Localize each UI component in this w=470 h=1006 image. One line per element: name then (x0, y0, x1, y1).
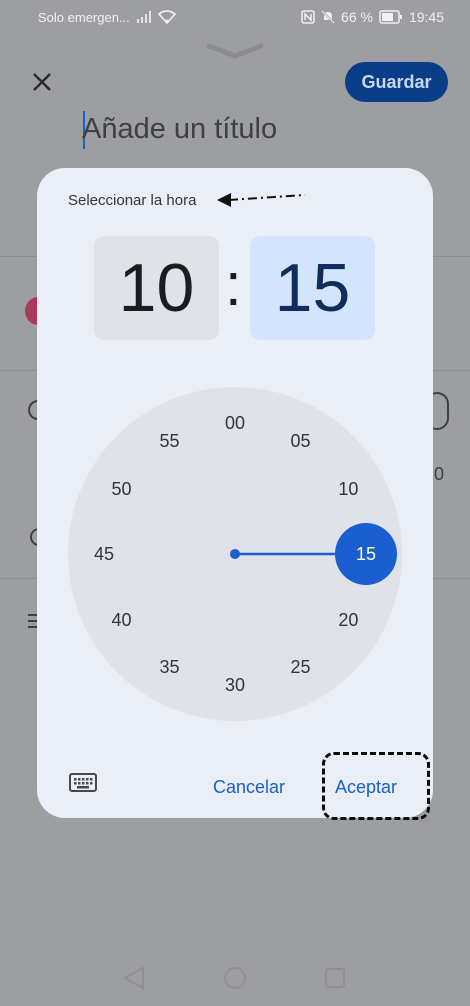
battery-percent: 66 % (341, 9, 373, 25)
recents-icon (325, 968, 345, 988)
clock-time: 19:45 (408, 9, 444, 25)
mute-icon (321, 10, 335, 24)
navigation-bar (0, 950, 470, 1006)
signal-icon (136, 10, 152, 24)
clock-number[interactable]: 10 (328, 477, 368, 501)
clock-number[interactable]: 55 (150, 429, 190, 453)
clock-number[interactable]: 40 (102, 608, 142, 632)
cancel-button[interactable]: Cancelar (213, 772, 285, 802)
sheet-handle[interactable] (205, 42, 265, 65)
highlight-annotation (322, 752, 430, 820)
time-picker-dialog: Seleccionar la hora 10 : 15 00 05 10 20 25 30… (37, 168, 433, 818)
save-button[interactable]: Guardar (345, 62, 448, 102)
clock-number[interactable]: 20 (328, 608, 368, 632)
back-icon (122, 966, 144, 990)
selected-minute-label: 15 (355, 544, 377, 564)
carrier-label: Solo emergen... (38, 9, 130, 25)
battery-icon (379, 10, 403, 24)
status-right: 66 % 19:45 (301, 9, 444, 25)
nfc-icon (301, 10, 315, 24)
time-separator: : (225, 251, 242, 318)
status-bar: Solo emergen... 66 % 19:45 (0, 0, 470, 34)
clock-number[interactable]: 05 (281, 429, 321, 453)
clock-dial[interactable]: 00 05 10 20 25 30 35 40 45 50 55 15 (68, 387, 402, 721)
clock-number[interactable]: 25 (281, 655, 321, 679)
bg-fragment: 0 (434, 464, 445, 484)
wifi-icon (157, 10, 176, 24)
hour-display[interactable]: 10 (94, 236, 219, 340)
clock-number[interactable]: 35 (150, 655, 190, 679)
home-icon (224, 967, 246, 989)
status-left: Solo emergen... (38, 10, 176, 25)
clock-number[interactable]: 45 (84, 542, 124, 566)
keyboard-icon[interactable] (69, 772, 97, 794)
minute-display[interactable]: 15 (250, 236, 375, 340)
arrow-annotation (215, 190, 307, 215)
clock-number[interactable]: 00 (215, 411, 255, 435)
clock-number[interactable]: 30 (215, 673, 255, 697)
title-input[interactable]: Añade un título (82, 108, 277, 150)
close-icon[interactable] (28, 68, 56, 96)
dialog-title: Seleccionar la hora (68, 192, 197, 209)
clock-number[interactable]: 50 (102, 477, 142, 501)
